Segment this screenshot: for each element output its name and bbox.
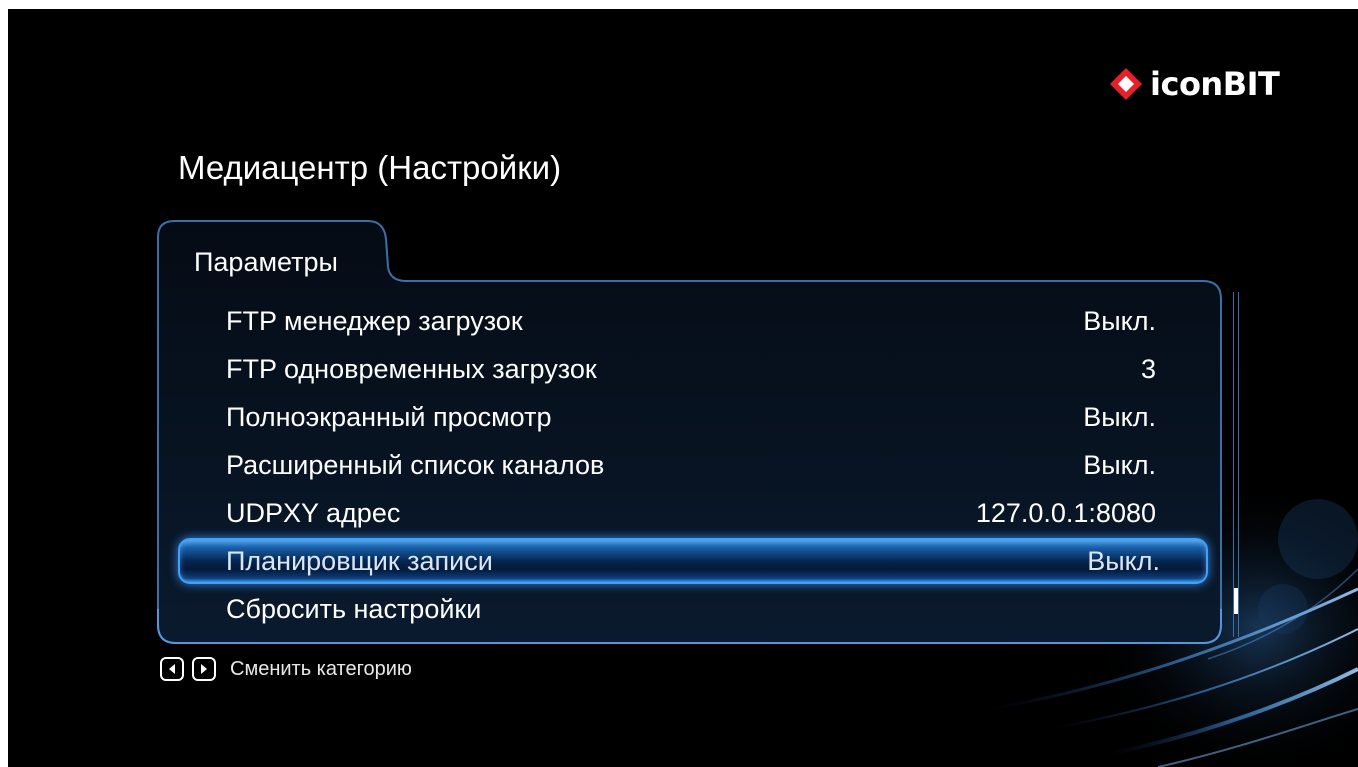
setting-label: FTP менеджер загрузок	[226, 305, 523, 336]
setting-row-fullscreen-view[interactable]: Полноэкранный просмотр Выкл.	[178, 393, 1208, 441]
iconbit-logo: iconBIT	[1108, 64, 1280, 104]
setting-label: Расширенный список каналов	[226, 449, 605, 480]
arrow-left-icon	[160, 657, 184, 681]
setting-label: Планировщик записи	[226, 545, 493, 576]
setting-value: 3	[1140, 353, 1156, 384]
list-scrollbar[interactable]	[1233, 292, 1239, 637]
setting-row-recording-scheduler[interactable]: Планировщик записи Выкл.	[178, 538, 1208, 584]
setting-label: FTP одновременных загрузок	[226, 353, 597, 384]
setting-value: Выкл.	[1087, 545, 1160, 576]
tab-parameters[interactable]: Параметры	[194, 247, 338, 278]
setting-row-reset-settings[interactable]: Сбросить настройки	[178, 585, 1208, 633]
setting-label: UDPXY адрес	[226, 497, 401, 528]
logo-diamond-icon	[1108, 66, 1144, 102]
setting-row-extended-channel-list[interactable]: Расширенный список каналов Выкл.	[178, 441, 1208, 489]
tv-screen: iconBIT Медиацентр (Настройки) Параметры…	[8, 9, 1358, 767]
setting-row-ftp-download-manager[interactable]: FTP менеджер загрузок Выкл.	[178, 297, 1208, 345]
setting-value: 127.0.0.1:8080	[975, 497, 1156, 528]
setting-label: Сбросить настройки	[226, 593, 482, 624]
page-title: Медиацентр (Настройки)	[178, 149, 562, 186]
setting-value: Выкл.	[1083, 449, 1156, 480]
logo-text: iconBIT	[1150, 65, 1280, 103]
hint-text: Сменить категорию	[230, 657, 412, 680]
arrow-right-icon	[192, 657, 216, 681]
setting-value: Выкл.	[1083, 401, 1156, 432]
setting-label: Полноэкранный просмотр	[226, 401, 552, 432]
setting-row-udpxy-address[interactable]: UDPXY адрес 127.0.0.1:8080	[178, 489, 1208, 537]
setting-row-ftp-simultaneous-downloads[interactable]: FTP одновременных загрузок 3	[178, 345, 1208, 393]
category-switch-hint: Сменить категорию	[160, 657, 412, 681]
setting-value: Выкл.	[1083, 305, 1156, 336]
scrollbar-thumb[interactable]	[1234, 588, 1238, 614]
settings-list: FTP менеджер загрузок Выкл. FTP одноврем…	[178, 297, 1208, 633]
